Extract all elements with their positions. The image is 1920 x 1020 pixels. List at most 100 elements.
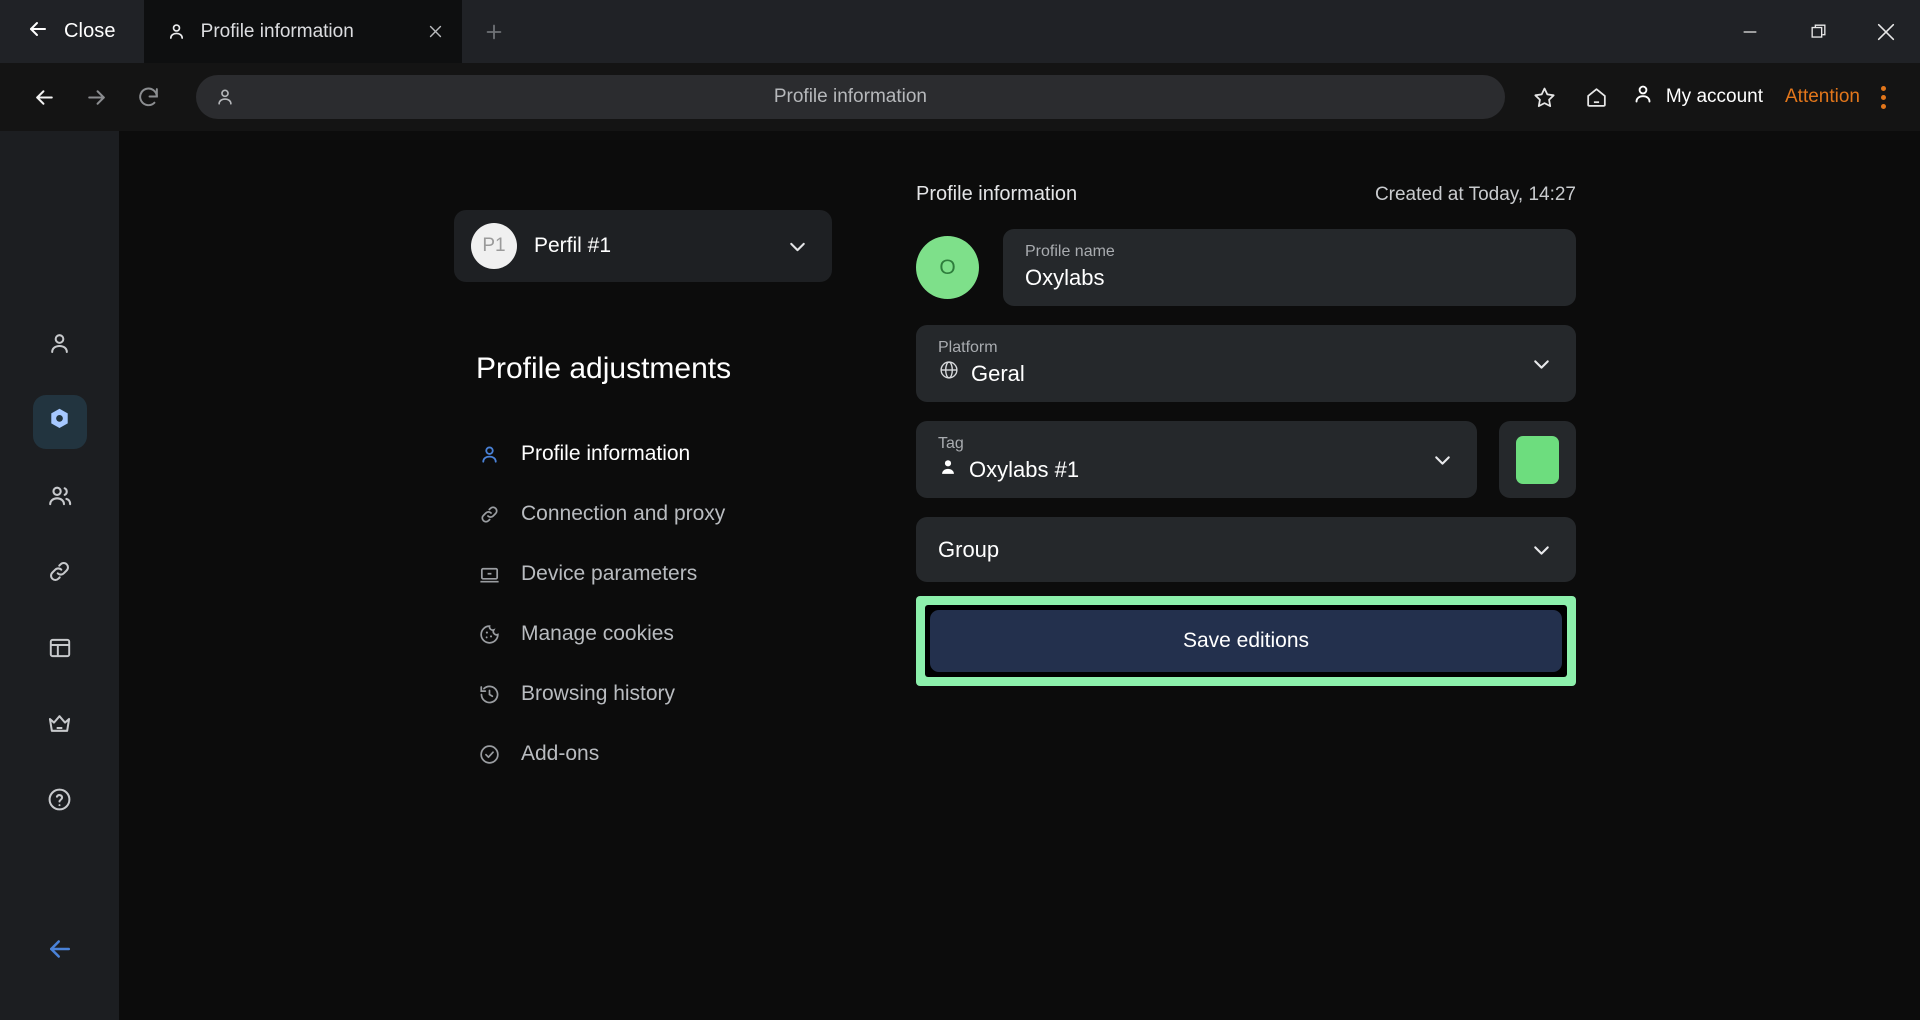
history-clock-icon	[476, 683, 502, 706]
back-arrow-icon	[45, 934, 75, 969]
tag-value-row: Oxylabs #1	[938, 454, 1423, 486]
panel-title: Profile information	[916, 183, 1078, 205]
kebab-dot	[1880, 85, 1886, 91]
profile-name-row: O Profile name Oxylabs	[916, 229, 1576, 306]
new-tab-button[interactable]	[462, 0, 526, 63]
tab-title: Profile information	[200, 20, 354, 42]
close-icon[interactable]	[1852, 0, 1920, 63]
maximize-icon[interactable]	[1784, 0, 1852, 63]
profile-name-label: Profile name	[1025, 242, 1115, 260]
platform-value-row: Geral	[938, 358, 1522, 390]
crown-icon	[46, 710, 73, 742]
profile-name-input[interactable]: Profile name Oxylabs	[1003, 229, 1576, 306]
back-arrow-icon[interactable]	[18, 71, 70, 123]
laptop-icon	[476, 563, 502, 586]
browser-toolbar: Profile information My account Attention	[0, 63, 1920, 131]
page-content: P1 Perfil #1 Profile adjustments Profile…	[119, 131, 1920, 1020]
tag-row: Tag Oxylabs #1	[916, 421, 1576, 498]
link-icon	[46, 558, 73, 590]
close-app-button[interactable]: Close	[0, 0, 144, 63]
tag-label: Tag	[938, 434, 964, 452]
person-icon	[46, 330, 73, 362]
layout-panel-icon	[47, 635, 73, 666]
star-icon[interactable]	[1519, 71, 1571, 123]
sidebar-item-help[interactable]	[33, 775, 87, 829]
chevron-down-icon	[1529, 537, 1554, 562]
menu-item-label: Manage cookies	[521, 622, 674, 645]
link-icon	[476, 503, 502, 526]
attention-badge[interactable]: Attention	[1777, 86, 1868, 108]
menu-item-add-ons[interactable]: Add-ons	[476, 724, 832, 784]
menu-item-browsing-history[interactable]: Browsing history	[476, 664, 832, 724]
check-circle-icon	[476, 743, 502, 766]
app-sidebar	[0, 131, 119, 1020]
tag-select[interactable]: Tag Oxylabs #1	[916, 421, 1477, 498]
created-at-label: Created at Today, 14:27	[1374, 184, 1576, 205]
person-icon	[166, 21, 187, 42]
sidebar-item-workspace[interactable]	[33, 623, 87, 677]
kebab-dot	[1880, 103, 1886, 109]
minimize-icon[interactable]	[1716, 0, 1784, 63]
profile-adjustments-column: P1 Perfil #1 Profile adjustments Profile…	[454, 210, 832, 784]
person-icon	[476, 443, 502, 466]
close-icon[interactable]	[427, 23, 444, 40]
my-account-label: My account	[1665, 86, 1763, 107]
chevron-down-icon	[1430, 447, 1455, 472]
sidebar-item-premium[interactable]	[33, 699, 87, 753]
address-bar[interactable]: Profile information	[196, 75, 1505, 119]
kebab-dot	[1880, 94, 1886, 100]
page-title: Profile adjustments	[476, 352, 732, 385]
forward-arrow-icon[interactable]	[70, 71, 122, 123]
my-account-button[interactable]: My account	[1623, 82, 1777, 112]
platform-label: Platform	[938, 338, 998, 356]
menu-item-label: Profile information	[521, 442, 691, 465]
chevron-down-icon	[1529, 351, 1554, 376]
platform-select[interactable]: Platform Geral	[916, 325, 1576, 402]
close-app-label: Close	[64, 20, 116, 42]
people-icon	[46, 482, 74, 515]
sidebar-item-profiles[interactable]	[32, 395, 87, 449]
reload-icon[interactable]	[122, 71, 174, 123]
menu-item-manage-cookies[interactable]: Manage cookies	[476, 604, 832, 664]
profile-name-value: Oxylabs	[1025, 265, 1105, 291]
kebab-menu-icon[interactable]	[1868, 85, 1902, 109]
person-icon	[214, 86, 236, 108]
tag-value: Oxylabs #1	[969, 457, 1080, 483]
help-circle-icon	[46, 786, 73, 818]
profile-information-panel: Profile information Created at Today, 14…	[916, 183, 1576, 686]
profile-selector-name: Perfil #1	[534, 234, 612, 257]
profile-selector-dropdown[interactable]: P1 Perfil #1	[454, 210, 832, 282]
save-button-highlight: Save editions	[916, 596, 1576, 686]
menu-item-device-parameters[interactable]: Device parameters	[476, 544, 832, 604]
menu-item-label: Connection and proxy	[521, 502, 726, 525]
sidebar-item-proxies[interactable]	[33, 547, 87, 601]
address-bar-value: Profile information	[773, 86, 927, 107]
group-select[interactable]: Group	[916, 517, 1576, 582]
cookie-icon	[476, 623, 502, 646]
save-button-highlight-inner: Save editions	[925, 605, 1567, 677]
menu-item-label: Browsing history	[521, 682, 676, 705]
sidebar-item-team[interactable]	[33, 471, 87, 525]
sidebar-collapse-button[interactable]	[33, 924, 87, 978]
profile-adjustments-menu: Profile information Connection and proxy…	[476, 424, 832, 784]
save-editions-button[interactable]: Save editions	[930, 610, 1562, 672]
platform-value: Geral	[971, 361, 1025, 387]
avatar: O	[916, 236, 979, 299]
person-filled-icon	[938, 454, 958, 486]
sidebar-item-account[interactable]	[33, 319, 87, 373]
chevron-down-icon	[785, 234, 810, 259]
tag-color-picker[interactable]	[1499, 421, 1576, 498]
tag-color-swatch	[1516, 435, 1559, 484]
menu-item-label: Add-ons	[521, 742, 600, 765]
browser-tab[interactable]: Profile information	[143, 0, 462, 63]
menu-item-connection-and-proxy[interactable]: Connection and proxy	[476, 484, 832, 544]
window-controls	[1716, 0, 1920, 63]
avatar: P1	[471, 223, 517, 269]
menu-item-profile-information[interactable]: Profile information	[476, 424, 832, 484]
group-label: Group	[938, 536, 1000, 562]
back-arrow-icon	[26, 17, 50, 46]
titlebar-spacer	[526, 0, 1716, 63]
hexagon-settings-icon	[46, 406, 73, 438]
panel-header: Profile information Created at Today, 14…	[916, 183, 1576, 206]
home-icon[interactable]	[1571, 71, 1623, 123]
